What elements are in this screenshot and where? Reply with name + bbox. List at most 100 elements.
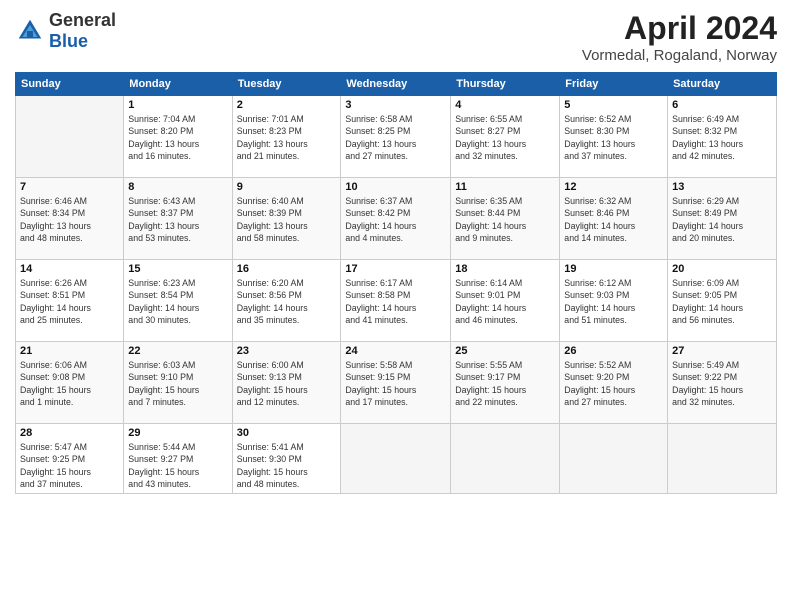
calendar-cell: 29 Sunrise: 5:44 AMSunset: 9:27 PMDayligh…: [124, 424, 232, 494]
calendar-cell: 25 Sunrise: 5:55 AMSunset: 9:17 PMDayligh…: [451, 342, 560, 424]
calendar-cell: 26 Sunrise: 5:52 AMSunset: 9:20 PMDayligh…: [560, 342, 668, 424]
day-number: 3: [345, 99, 446, 111]
calendar-cell: 8 Sunrise: 6:43 AMSunset: 8:37 PMDaylight…: [124, 178, 232, 260]
day-number: 23: [237, 345, 337, 357]
calendar-cell: [16, 96, 124, 178]
day-info: Sunrise: 5:55 AMSunset: 9:17 PMDaylight:…: [455, 359, 555, 408]
day-info: Sunrise: 6:35 AMSunset: 8:44 PMDaylight:…: [455, 195, 555, 244]
calendar-cell: [560, 424, 668, 494]
month-title: April 2024: [582, 10, 777, 47]
col-thursday: Thursday: [451, 73, 560, 96]
col-monday: Monday: [124, 73, 232, 96]
calendar-cell: 7 Sunrise: 6:46 AMSunset: 8:34 PMDaylight…: [16, 178, 124, 260]
day-info: Sunrise: 6:43 AMSunset: 8:37 PMDaylight:…: [128, 195, 227, 244]
day-info: Sunrise: 6:52 AMSunset: 8:30 PMDaylight:…: [564, 113, 663, 162]
day-info: Sunrise: 6:14 AMSunset: 9:01 PMDaylight:…: [455, 277, 555, 326]
calendar-cell: 30 Sunrise: 5:41 AMSunset: 9:30 PMDayligh…: [232, 424, 341, 494]
calendar-cell: 2 Sunrise: 7:01 AMSunset: 8:23 PMDaylight…: [232, 96, 341, 178]
day-info: Sunrise: 6:29 AMSunset: 8:49 PMDaylight:…: [672, 195, 772, 244]
calendar-cell: [341, 424, 451, 494]
day-number: 2: [237, 99, 337, 111]
day-info: Sunrise: 6:20 AMSunset: 8:56 PMDaylight:…: [237, 277, 337, 326]
day-number: 12: [564, 181, 663, 193]
day-number: 7: [20, 181, 119, 193]
day-info: Sunrise: 7:01 AMSunset: 8:23 PMDaylight:…: [237, 113, 337, 162]
day-number: 9: [237, 181, 337, 193]
day-number: 28: [20, 427, 119, 439]
day-number: 5: [564, 99, 663, 111]
day-number: 27: [672, 345, 772, 357]
logo-general-text: General: [49, 10, 116, 31]
day-info: Sunrise: 6:46 AMSunset: 8:34 PMDaylight:…: [20, 195, 119, 244]
day-info: Sunrise: 6:09 AMSunset: 9:05 PMDaylight:…: [672, 277, 772, 326]
calendar-cell: 16 Sunrise: 6:20 AMSunset: 8:56 PMDayligh…: [232, 260, 341, 342]
calendar-cell: 3 Sunrise: 6:58 AMSunset: 8:25 PMDaylight…: [341, 96, 451, 178]
calendar-cell: 21Sunrise: 6:06 AMSunset: 9:08 PMDayligh…: [16, 342, 124, 424]
calendar-week-2: 7 Sunrise: 6:46 AMSunset: 8:34 PMDaylight…: [16, 178, 777, 260]
col-saturday: Saturday: [668, 73, 777, 96]
calendar-cell: 1 Sunrise: 7:04 AMSunset: 8:20 PMDaylight…: [124, 96, 232, 178]
day-info: Sunrise: 6:40 AMSunset: 8:39 PMDaylight:…: [237, 195, 337, 244]
calendar-cell: 17 Sunrise: 6:17 AMSunset: 8:58 PMDayligh…: [341, 260, 451, 342]
logo-blue-text: Blue: [49, 31, 116, 52]
calendar-cell: 13 Sunrise: 6:29 AMSunset: 8:49 PMDayligh…: [668, 178, 777, 260]
day-number: 17: [345, 263, 446, 275]
day-number: 21: [20, 345, 119, 357]
day-info: Sunrise: 6:32 AMSunset: 8:46 PMDaylight:…: [564, 195, 663, 244]
day-info: Sunrise: 5:52 AMSunset: 9:20 PMDaylight:…: [564, 359, 663, 408]
day-info: Sunrise: 7:04 AMSunset: 8:20 PMDaylight:…: [128, 113, 227, 162]
calendar-cell: 27Sunrise: 5:49 AMSunset: 9:22 PMDayligh…: [668, 342, 777, 424]
logo-icon: [15, 16, 45, 46]
col-wednesday: Wednesday: [341, 73, 451, 96]
day-number: 19: [564, 263, 663, 275]
day-number: 25: [455, 345, 555, 357]
day-number: 13: [672, 181, 772, 193]
day-number: 26: [564, 345, 663, 357]
day-number: 30: [237, 427, 337, 439]
day-number: 15: [128, 263, 227, 275]
day-number: 22: [128, 345, 227, 357]
calendar-cell: 11 Sunrise: 6:35 AMSunset: 8:44 PMDayligh…: [451, 178, 560, 260]
day-info: Sunrise: 6:17 AMSunset: 8:58 PMDaylight:…: [345, 277, 446, 326]
calendar-cell: [451, 424, 560, 494]
day-number: 4: [455, 99, 555, 111]
calendar-cell: 18 Sunrise: 6:14 AMSunset: 9:01 PMDayligh…: [451, 260, 560, 342]
day-info: Sunrise: 5:41 AMSunset: 9:30 PMDaylight:…: [237, 441, 337, 490]
day-info: Sunrise: 6:03 AMSunset: 9:10 PMDaylight:…: [128, 359, 227, 408]
day-number: 29: [128, 427, 227, 439]
day-number: 11: [455, 181, 555, 193]
calendar-cell: 19Sunrise: 6:12 AMSunset: 9:03 PMDayligh…: [560, 260, 668, 342]
calendar-week-4: 21Sunrise: 6:06 AMSunset: 9:08 PMDayligh…: [16, 342, 777, 424]
day-number: 6: [672, 99, 772, 111]
day-number: 14: [20, 263, 119, 275]
logo: General Blue: [15, 10, 116, 52]
calendar-cell: 22 Sunrise: 6:03 AMSunset: 9:10 PMDayligh…: [124, 342, 232, 424]
calendar-cell: 6Sunrise: 6:49 AMSunset: 8:32 PMDaylight…: [668, 96, 777, 178]
day-info: Sunrise: 6:55 AMSunset: 8:27 PMDaylight:…: [455, 113, 555, 162]
day-number: 16: [237, 263, 337, 275]
calendar-cell: 12 Sunrise: 6:32 AMSunset: 8:46 PMDayligh…: [560, 178, 668, 260]
calendar-week-1: 1 Sunrise: 7:04 AMSunset: 8:20 PMDaylight…: [16, 96, 777, 178]
header: General Blue April 2024 Vormedal, Rogala…: [15, 10, 777, 64]
day-info: Sunrise: 6:58 AMSunset: 8:25 PMDaylight:…: [345, 113, 446, 162]
calendar-cell: 24 Sunrise: 5:58 AMSunset: 9:15 PMDayligh…: [341, 342, 451, 424]
calendar-week-5: 28 Sunrise: 5:47 AMSunset: 9:25 PMDayligh…: [16, 424, 777, 494]
calendar-cell: 28 Sunrise: 5:47 AMSunset: 9:25 PMDayligh…: [16, 424, 124, 494]
day-info: Sunrise: 5:58 AMSunset: 9:15 PMDaylight:…: [345, 359, 446, 408]
day-info: Sunrise: 6:37 AMSunset: 8:42 PMDaylight:…: [345, 195, 446, 244]
calendar-cell: 9 Sunrise: 6:40 AMSunset: 8:39 PMDaylight…: [232, 178, 341, 260]
day-number: 8: [128, 181, 227, 193]
col-tuesday: Tuesday: [232, 73, 341, 96]
day-info: Sunrise: 5:44 AMSunset: 9:27 PMDaylight:…: [128, 441, 227, 490]
day-number: 18: [455, 263, 555, 275]
day-number: 1: [128, 99, 227, 111]
day-number: 10: [345, 181, 446, 193]
day-number: 24: [345, 345, 446, 357]
calendar-cell: 10 Sunrise: 6:37 AMSunset: 8:42 PMDayligh…: [341, 178, 451, 260]
calendar-header-row: Sunday Monday Tuesday Wednesday Thursday…: [16, 73, 777, 96]
location: Vormedal, Rogaland, Norway: [582, 47, 777, 64]
col-sunday: Sunday: [16, 73, 124, 96]
day-info: Sunrise: 5:47 AMSunset: 9:25 PMDaylight:…: [20, 441, 119, 490]
day-info: Sunrise: 6:26 AMSunset: 8:51 PMDaylight:…: [20, 277, 119, 326]
calendar-cell: 20Sunrise: 6:09 AMSunset: 9:05 PMDayligh…: [668, 260, 777, 342]
